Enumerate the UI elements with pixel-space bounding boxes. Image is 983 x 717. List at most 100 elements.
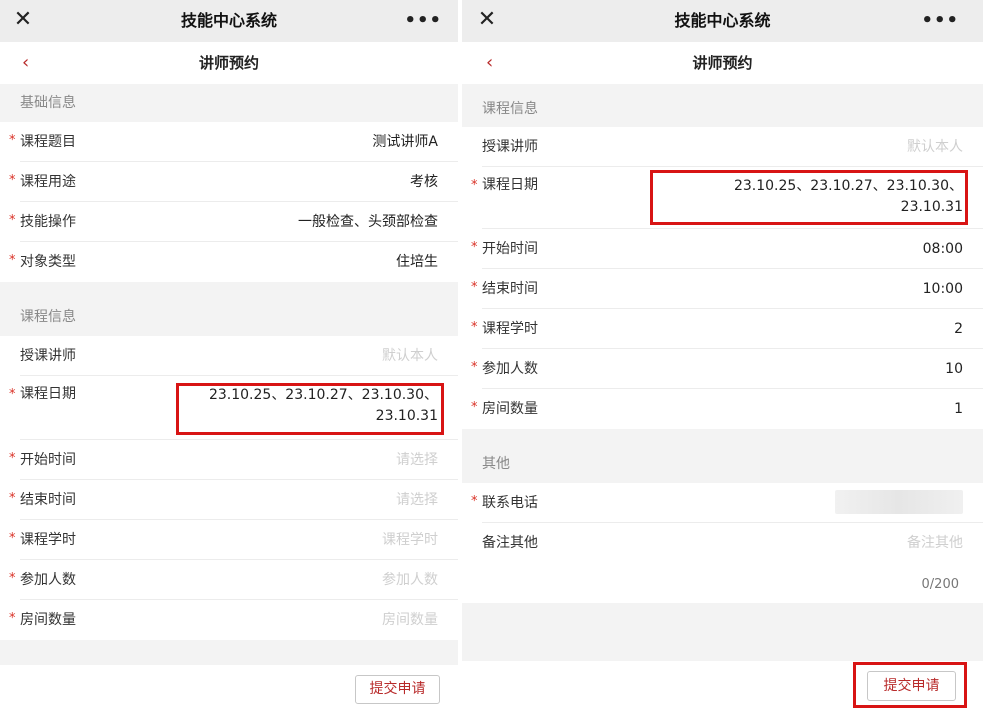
field-label: 对象类型: [20, 254, 76, 270]
form-row-room-count[interactable]: * 房间数量 房间数量: [0, 600, 458, 640]
field-label: 课程学时: [20, 532, 76, 548]
field-label: 房间数量: [20, 612, 76, 628]
required-mark: *: [9, 173, 16, 188]
field-label: 课程日期: [20, 386, 76, 402]
field-label: 备注其他: [482, 535, 538, 551]
form-row-target-type[interactable]: * 对象类型 住培生: [0, 242, 458, 282]
page-nav-bar: ‹ 讲师预约: [0, 42, 458, 84]
form-row-teacher[interactable]: 授课讲师 默认本人: [462, 127, 983, 167]
app-title: 技能中心系统: [180, 11, 277, 30]
field-label: 授课讲师: [482, 139, 538, 155]
field-label: 结束时间: [482, 281, 538, 297]
form-row-end-time[interactable]: * 结束时间 请选择: [0, 480, 458, 520]
form-row-teacher[interactable]: 授课讲师 默认本人: [0, 336, 458, 376]
required-mark: *: [9, 611, 16, 626]
form-row-remark[interactable]: 备注其他 备注其他 0/200: [462, 523, 983, 603]
field-value: 测试讲师A: [372, 134, 438, 150]
phone-input-redacted[interactable]: [835, 490, 963, 514]
required-mark: *: [9, 387, 16, 402]
form-row-course-title[interactable]: * 课程题目 测试讲师A: [0, 122, 458, 162]
field-value: 一般检查、头颈部检查: [298, 214, 438, 230]
close-icon[interactable]: ✕: [10, 7, 36, 33]
back-icon[interactable]: ‹: [22, 52, 29, 74]
required-mark: *: [471, 494, 478, 509]
form-row-start-time[interactable]: * 开始时间 08:00: [462, 229, 983, 269]
field-label: 课程题目: [20, 134, 76, 150]
back-icon[interactable]: ‹: [486, 52, 493, 74]
required-mark: *: [9, 491, 16, 506]
required-mark: *: [9, 133, 16, 148]
required-mark: *: [9, 213, 16, 228]
remark-input[interactable]: 备注其他: [907, 523, 963, 563]
required-mark: *: [471, 240, 478, 255]
page-nav-bar: ‹ 讲师预约: [462, 42, 983, 84]
form-row-participants[interactable]: * 参加人数 参加人数: [0, 560, 458, 600]
field-placeholder: 请选择: [396, 492, 438, 508]
more-icon[interactable]: •••: [404, 12, 442, 30]
field-label: 授课讲师: [20, 348, 76, 364]
submit-bar: 提交申请: [0, 665, 458, 717]
field-placeholder: 请选择: [396, 452, 438, 468]
field-placeholder: 默认本人: [907, 139, 963, 155]
form-row-course-purpose[interactable]: * 课程用途 考核: [0, 162, 458, 202]
required-mark: *: [471, 320, 478, 335]
char-counter: 0/200: [921, 577, 959, 592]
field-label: 课程日期: [482, 177, 538, 193]
highlight-box: [853, 662, 967, 708]
field-placeholder: 默认本人: [382, 348, 438, 364]
app-top-bar: ✕ 技能中心系统 •••: [0, 0, 458, 42]
required-mark: *: [9, 571, 16, 586]
field-label: 参加人数: [20, 572, 76, 588]
section-header-basic: 基础信息: [0, 84, 458, 122]
highlight-box: [650, 170, 968, 225]
required-mark: *: [471, 360, 478, 375]
form-row-phone[interactable]: * 联系电话: [462, 483, 983, 523]
submit-button[interactable]: 提交申请: [355, 675, 440, 704]
close-icon[interactable]: ✕: [474, 7, 500, 33]
field-value: 10:00: [922, 281, 963, 297]
field-label: 房间数量: [482, 401, 538, 417]
field-label: 参加人数: [482, 361, 538, 377]
required-mark: *: [9, 451, 16, 466]
page-title: 讲师预约: [198, 54, 259, 72]
field-value: 10: [945, 361, 963, 377]
page-title: 讲师预约: [692, 54, 753, 72]
field-value: 住培生: [396, 254, 438, 270]
field-label: 课程学时: [482, 321, 538, 337]
section-header-course: 课程信息: [0, 298, 458, 336]
form-row-room-count[interactable]: * 房间数量 1: [462, 389, 983, 429]
field-value: 2: [954, 321, 963, 337]
app-top-bar: ✕ 技能中心系统 •••: [462, 0, 983, 42]
field-value: 考核: [410, 174, 438, 190]
section-gap: [462, 429, 983, 445]
form-row-course-hours[interactable]: * 课程学时 课程学时: [0, 520, 458, 560]
form-row-end-time[interactable]: * 结束时间 10:00: [462, 269, 983, 309]
field-value: 08:00: [922, 241, 963, 257]
form-row-skill-operation[interactable]: * 技能操作 一般检查、头颈部检查: [0, 202, 458, 242]
field-placeholder: 房间数量: [382, 612, 438, 628]
required-mark: *: [9, 531, 16, 546]
field-label: 结束时间: [20, 492, 76, 508]
field-label: 开始时间: [20, 452, 76, 468]
form-row-start-time[interactable]: * 开始时间 请选择: [0, 440, 458, 480]
required-mark: *: [471, 400, 478, 415]
screen-left: ✕ 技能中心系统 ••• ‹ 讲师预约 基础信息 * 课程题目 测试讲师A * …: [0, 0, 458, 717]
highlight-box: [176, 383, 444, 435]
section-gap: [0, 282, 458, 298]
field-placeholder: 课程学时: [382, 532, 438, 548]
required-mark: *: [9, 253, 16, 268]
section-header-course: 课程信息: [462, 84, 983, 127]
more-icon[interactable]: •••: [921, 12, 959, 30]
form-row-participants[interactable]: * 参加人数 10: [462, 349, 983, 389]
field-placeholder: 参加人数: [382, 572, 438, 588]
field-label: 课程用途: [20, 174, 76, 190]
form-row-course-hours[interactable]: * 课程学时 2: [462, 309, 983, 349]
field-label: 技能操作: [20, 214, 76, 230]
field-label: 联系电话: [482, 495, 538, 511]
field-label: 开始时间: [482, 241, 538, 257]
required-mark: *: [471, 280, 478, 295]
app-title: 技能中心系统: [674, 11, 771, 30]
section-header-other: 其他: [462, 445, 983, 483]
field-value: 1: [954, 401, 963, 417]
screen-right: ✕ 技能中心系统 ••• ‹ 讲师预约 课程信息 授课讲师 默认本人 * 课程日…: [462, 0, 983, 717]
